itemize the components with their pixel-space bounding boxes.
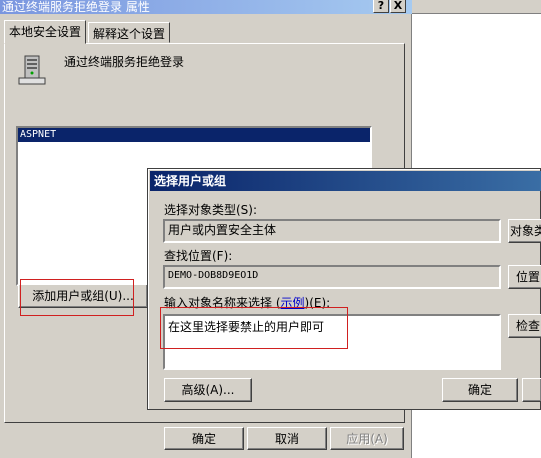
advanced-button[interactable]: 高级(A)...	[164, 378, 252, 402]
dialog-ok-button[interactable]: 确定	[442, 378, 518, 402]
highlight-box	[160, 307, 348, 349]
highlight-box	[20, 279, 134, 316]
tab-local-security-setting[interactable]: 本地安全设置	[4, 20, 87, 44]
check-names-button[interactable]: 检查	[508, 314, 541, 338]
dialog-cancel-button[interactable]	[522, 378, 541, 402]
close-button[interactable]: X	[390, 0, 406, 13]
ok-button[interactable]: 确定	[164, 427, 244, 450]
server-policy-icon	[16, 54, 48, 86]
background-window-strip	[412, 0, 541, 14]
object-type-field: 用户或内置安全主体	[163, 219, 501, 243]
tab-explain-setting[interactable]: 解释这个设置	[88, 22, 171, 43]
cancel-button[interactable]: 取消	[247, 427, 327, 450]
locations-button[interactable]: 位置	[508, 265, 541, 289]
window-title: 通过终端服务拒绝登录 属性	[2, 0, 150, 14]
apply-button[interactable]: 应用(A)	[330, 427, 404, 450]
object-types-button[interactable]: 对象类	[508, 219, 541, 243]
dialog-title: 选择用户或组	[150, 171, 541, 191]
properties-titlebar: 通过终端服务拒绝登录 属性	[0, 0, 412, 14]
policy-name: 通过终端服务拒绝登录	[64, 55, 185, 69]
select-users-dialog: 选择用户或组 选择对象类型(S): 用户或内置安全主体 对象类 查找位置(F):…	[147, 168, 541, 410]
tab-label: 本地安全设置	[9, 25, 82, 39]
list-item[interactable]: ASPNET	[18, 128, 370, 142]
location-field: DEMO-DOB8D9EO1D	[163, 265, 501, 289]
help-button[interactable]: ?	[373, 0, 389, 13]
object-type-label: 选择对象类型(S):	[164, 203, 258, 217]
tab-label: 解释这个设置	[93, 27, 166, 41]
location-label: 查找位置(F):	[164, 249, 233, 263]
